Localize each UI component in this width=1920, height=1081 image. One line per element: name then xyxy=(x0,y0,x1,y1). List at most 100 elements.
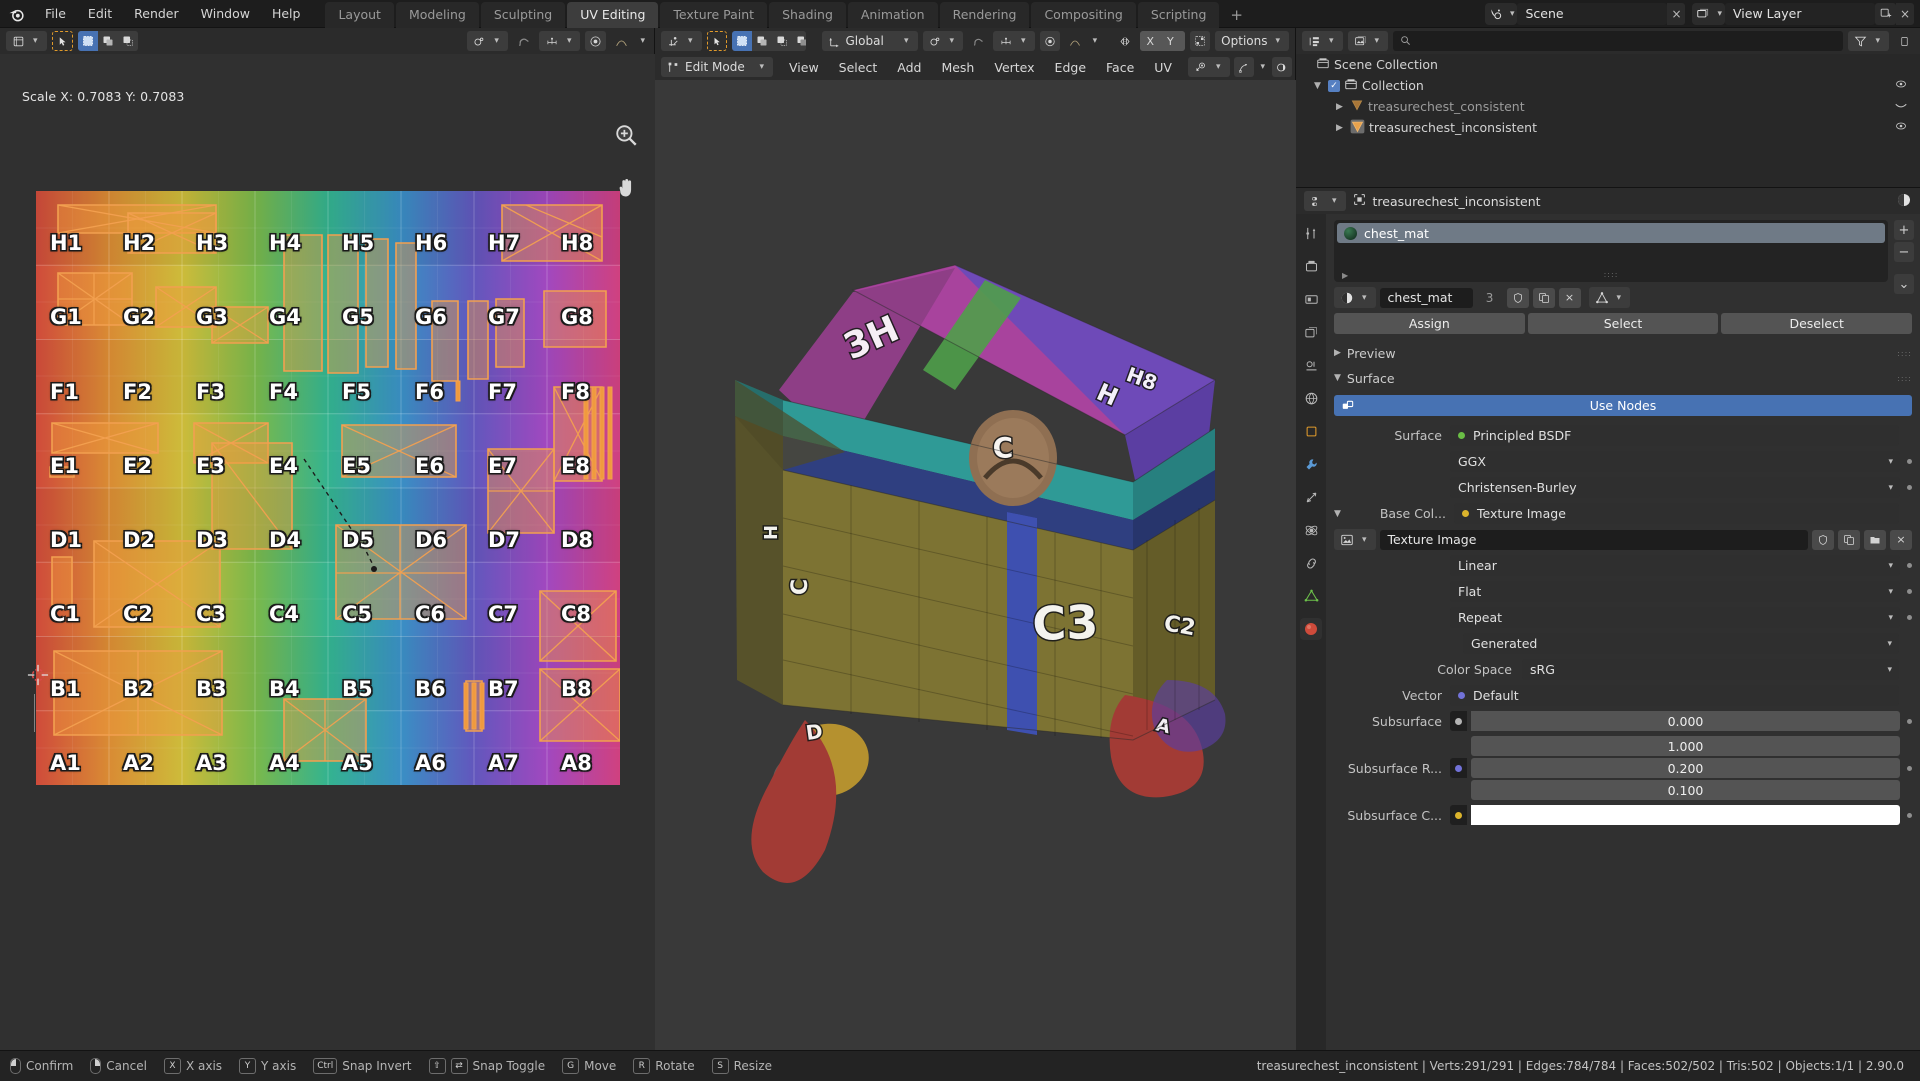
visibility-closed-icon[interactable] xyxy=(1894,100,1914,114)
base-color-node-field[interactable]: Texture Image xyxy=(1454,503,1899,524)
view-layer-selector[interactable]: ▾ xyxy=(1692,3,1725,25)
workspace-tab-scripting[interactable]: Scripting xyxy=(1138,2,1220,28)
zoom-icon[interactable] xyxy=(613,122,639,151)
collection-checkbox[interactable]: ✓ xyxy=(1328,80,1340,92)
outliner-row-collection[interactable]: ▼ ✓ Collection xyxy=(1296,75,1920,96)
mirror-axis-y[interactable]: Y xyxy=(1160,31,1180,51)
viewport-falloff-curve-button[interactable] xyxy=(1065,31,1085,51)
viewport-pivot-point-button[interactable]: ▾ xyxy=(923,31,964,51)
chevron-down-icon[interactable]: ▼ xyxy=(1334,509,1348,519)
scene-unlink-button[interactable]: × xyxy=(1667,3,1685,25)
uv-proportional-edit-button[interactable] xyxy=(585,31,606,51)
uv-snap-magnet-button[interactable] xyxy=(513,31,534,51)
overlays-icon[interactable] xyxy=(1272,57,1292,77)
unlink-image-button[interactable]: × xyxy=(1890,530,1912,550)
menu-edit[interactable]: Edit xyxy=(77,3,123,24)
assign-button[interactable]: Assign xyxy=(1334,313,1525,334)
unlink-material-button[interactable]: × xyxy=(1559,288,1581,308)
remove-material-slot-button[interactable]: − xyxy=(1894,242,1914,262)
mirror-icon[interactable] xyxy=(1115,31,1135,51)
slot-resize-grip[interactable]: :::: xyxy=(1604,270,1619,279)
subsurface-socket[interactable] xyxy=(1450,711,1467,731)
color-space-dropdown[interactable]: sRG ▾ xyxy=(1522,659,1899,680)
scene-name-field[interactable]: Scene xyxy=(1517,3,1667,25)
options-dropdown[interactable]: Options ▾ xyxy=(1215,31,1289,51)
properties-tab-material[interactable] xyxy=(1300,618,1322,640)
scene-chevron-down-icon[interactable]: ▾ xyxy=(1507,9,1518,19)
outliner-row-treasurechest-consistent[interactable]: ▶ treasurechest_consistent xyxy=(1296,96,1920,117)
vector-field[interactable]: Default xyxy=(1450,685,1899,706)
outliner-extra-icon[interactable] xyxy=(1894,31,1914,51)
subsurface-method-dropdown[interactable]: Christensen-Burley ▾ xyxy=(1450,477,1900,498)
blender-logo-icon[interactable] xyxy=(6,3,28,25)
select-extend-button[interactable] xyxy=(98,31,118,51)
deselect-button[interactable]: Deselect xyxy=(1721,313,1912,334)
select-set-button[interactable] xyxy=(78,31,98,51)
visibility-toggle-icon[interactable] xyxy=(1894,120,1914,135)
viewport-editor-type-button[interactable]: ▾ xyxy=(661,31,702,51)
funnel-icon[interactable]: ▾ xyxy=(1848,31,1889,51)
properties-tab-view-layer[interactable] xyxy=(1300,321,1322,343)
subsurface-value-field[interactable]: 0.000 xyxy=(1471,711,1900,731)
properties-tab-modifiers[interactable] xyxy=(1300,453,1322,475)
uv-falloff-curve-button[interactable] xyxy=(611,31,632,51)
animate-decorator[interactable] xyxy=(1907,589,1912,594)
menu-edge[interactable]: Edge xyxy=(1047,58,1094,77)
surface-node-field[interactable]: Principled BSDF xyxy=(1450,425,1899,446)
gizmo-chevron-down-icon[interactable]: ▾ xyxy=(1258,62,1269,72)
select-set-button[interactable] xyxy=(732,31,752,51)
properties-tab-world[interactable] xyxy=(1300,387,1322,409)
expander[interactable]: ▼ xyxy=(1314,81,1324,91)
subsurface-radius-z[interactable]: 0.100 xyxy=(1471,780,1900,800)
material-slot-item[interactable]: chest_mat xyxy=(1337,223,1885,243)
menu-face[interactable]: Face xyxy=(1098,58,1142,77)
properties-tab-output[interactable] xyxy=(1300,288,1322,310)
menu-mesh[interactable]: Mesh xyxy=(933,58,982,77)
animate-decorator[interactable] xyxy=(1907,766,1912,771)
workspace-tab-uv-editing[interactable]: UV Editing xyxy=(567,2,658,28)
mirror-axis-z[interactable]: Z xyxy=(1180,31,1185,51)
panel-surface[interactable]: ▼ Surface :::: xyxy=(1334,368,1912,388)
copy-icon[interactable] xyxy=(1533,288,1555,308)
select-extend-button[interactable] xyxy=(752,31,772,51)
falloff-chevron-down-icon[interactable]: ▾ xyxy=(637,36,648,46)
mirror-axis-x[interactable]: X xyxy=(1140,31,1160,51)
menu-select[interactable]: Select xyxy=(831,58,886,77)
viewlayer-remove-button[interactable]: × xyxy=(1896,3,1914,25)
select-subtract-button[interactable] xyxy=(118,31,138,51)
select-subtract-button[interactable] xyxy=(772,31,792,51)
shield-icon[interactable] xyxy=(1507,288,1529,308)
image-name-field[interactable]: Texture Image xyxy=(1380,530,1808,550)
uv-editor-type-button[interactable]: ▾ xyxy=(6,31,47,51)
add-material-slot-button[interactable]: + xyxy=(1894,220,1914,240)
slot-expand-arrow-icon[interactable]: ▶ xyxy=(1342,271,1348,280)
viewport-tweak-tool-button[interactable] xyxy=(707,31,727,51)
properties-tab-particles[interactable] xyxy=(1300,486,1322,508)
scene-icon[interactable] xyxy=(1485,3,1507,25)
workspace-tab-texture-paint[interactable]: Texture Paint xyxy=(660,2,767,28)
filter-id-icon[interactable]: ▾ xyxy=(1348,31,1389,51)
menu-file[interactable]: File xyxy=(34,3,77,24)
properties-tab-object[interactable] xyxy=(1300,420,1322,442)
properties-editor-type-button[interactable]: ▾ xyxy=(1304,191,1346,211)
outliner-display-mode-button[interactable]: ▾ xyxy=(1302,31,1343,51)
view-layer-name-field[interactable]: View Layer xyxy=(1725,3,1875,25)
material-name-field[interactable]: chest_mat xyxy=(1380,288,1473,308)
menu-window[interactable]: Window xyxy=(190,3,261,24)
workspace-tab-compositing[interactable]: Compositing xyxy=(1031,2,1135,28)
animate-decorator[interactable] xyxy=(1907,563,1912,568)
select-intersect-button[interactable] xyxy=(792,31,807,51)
animate-decorator[interactable] xyxy=(1907,615,1912,620)
falloff-chevron-down-icon[interactable]: ▾ xyxy=(1090,36,1101,46)
viewport-proportional-edit-button[interactable] xyxy=(1040,31,1060,51)
animate-decorator[interactable] xyxy=(1907,813,1912,818)
menu-vertex[interactable]: Vertex xyxy=(986,58,1042,77)
menu-view[interactable]: View xyxy=(781,58,827,77)
workspace-tab-sculpting[interactable]: Sculpting xyxy=(481,2,565,28)
subsurface-color-swatch[interactable] xyxy=(1471,805,1900,825)
panel-preview[interactable]: ▶ Preview :::: xyxy=(1334,343,1912,363)
outliner-row-scene-collection[interactable]: Scene Collection xyxy=(1296,54,1920,75)
workspace-tab-layout[interactable]: Layout xyxy=(325,2,394,28)
scene-selector[interactable]: ▾ xyxy=(1485,3,1518,25)
view-layer-icon[interactable] xyxy=(1692,3,1714,25)
